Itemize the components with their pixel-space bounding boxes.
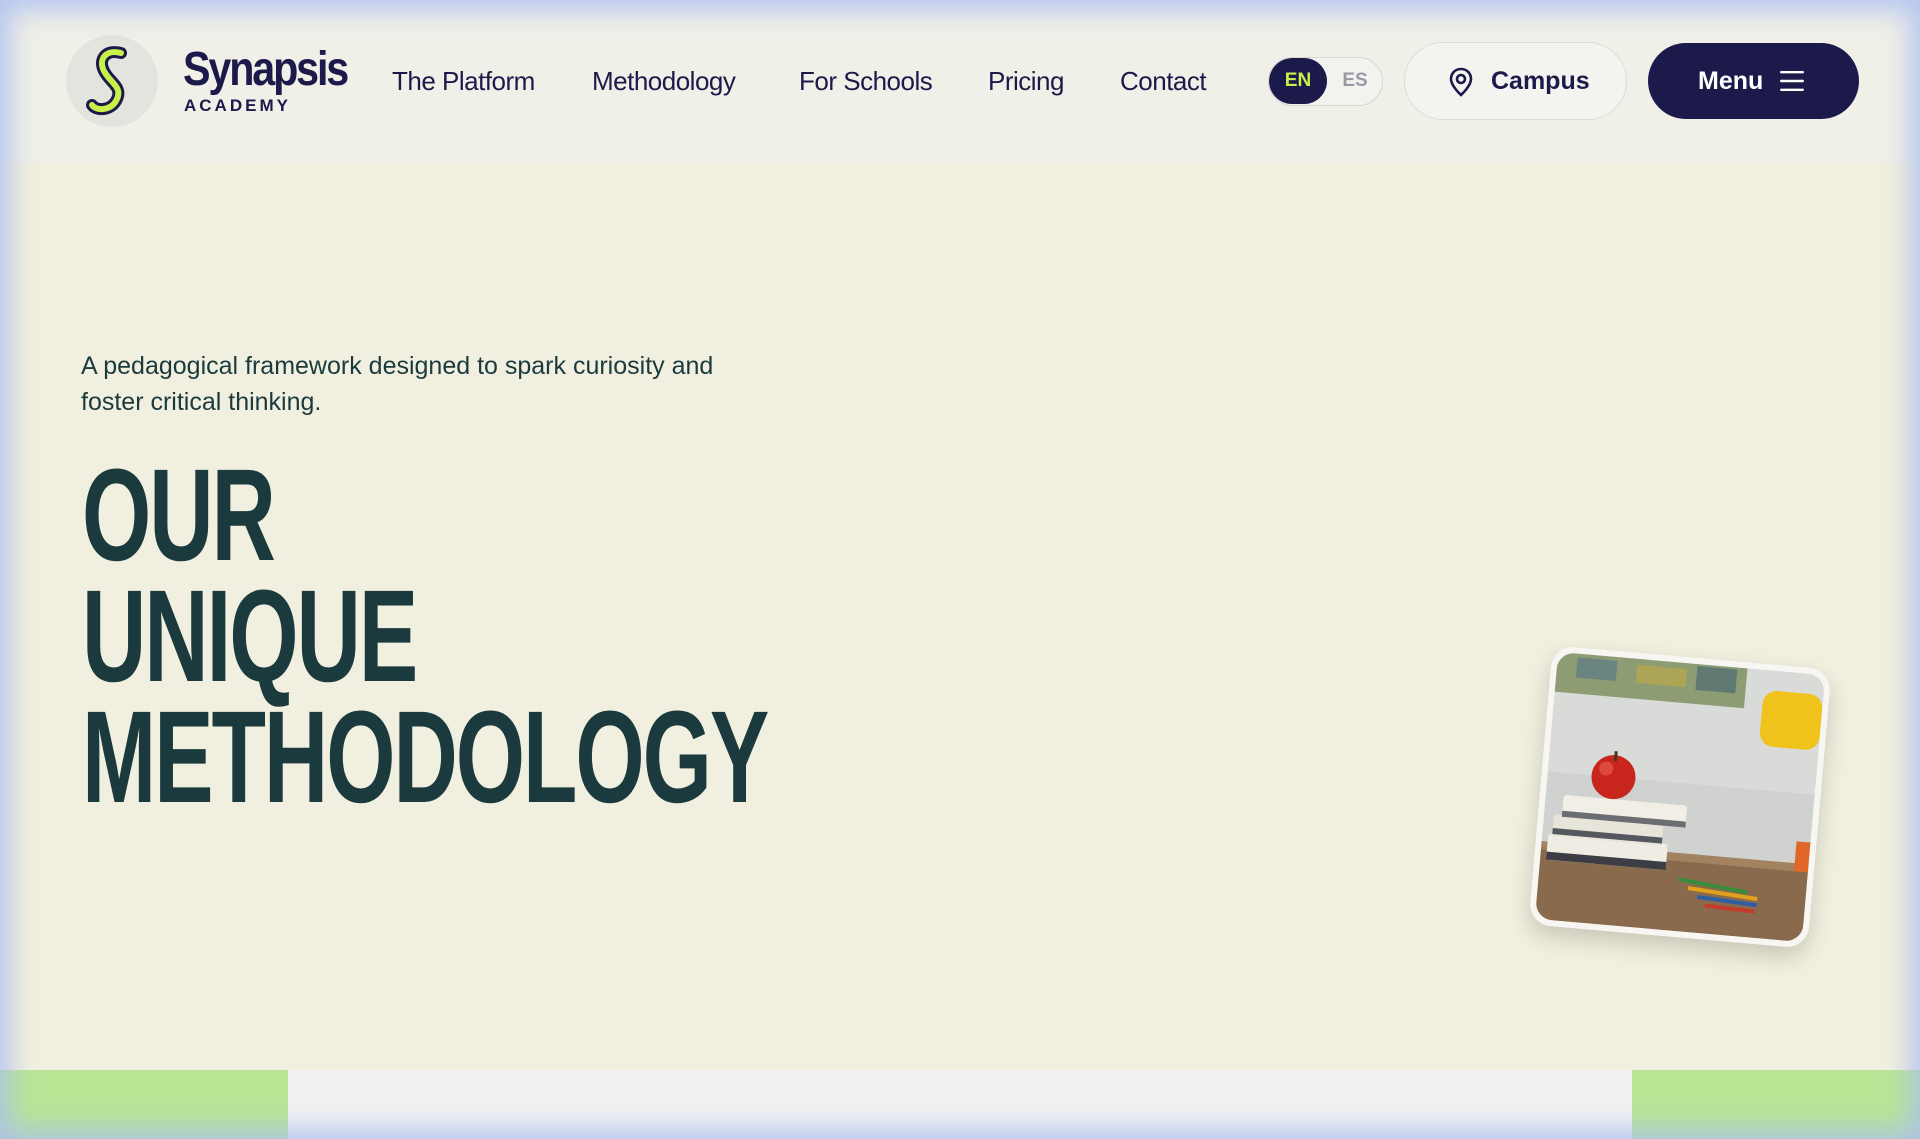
brand-name[interactable]: Synapsis [183, 44, 349, 96]
hero-section: A pedagogical framework designed to spar… [0, 162, 1920, 1070]
campus-button-label: Campus [1491, 67, 1590, 95]
site-header: Synapsis ACADEMY The Platform Methodolog… [0, 0, 1920, 162]
language-option-es[interactable]: ES [1329, 58, 1381, 104]
page: Synapsis ACADEMY The Platform Methodolog… [0, 0, 1920, 1139]
logo-s-icon [86, 46, 127, 116]
headline-line-1: OUR [82, 441, 276, 588]
hamburger-icon [1780, 71, 1804, 91]
brand-subtitle: ACADEMY [184, 96, 291, 115]
language-switcher: EN ES [1268, 57, 1383, 106]
menu-button[interactable]: Menu [1648, 43, 1859, 119]
headline-line-3: METHODOLOGY [82, 683, 769, 830]
menu-button-label: Menu [1698, 67, 1764, 95]
hero-tagline: A pedagogical framework designed to spar… [81, 352, 714, 416]
logo[interactable] [66, 35, 158, 127]
bottom-accent-right [1632, 1070, 1920, 1139]
headline-line-2: UNIQUE [82, 562, 418, 709]
map-pin-icon [1449, 67, 1473, 97]
apple-on-books-photo [1534, 651, 1826, 943]
nav-item-contact[interactable]: Contact [1120, 64, 1207, 98]
nav-item-the-platform[interactable]: The Platform [392, 64, 535, 98]
language-option-en[interactable]: EN [1269, 58, 1327, 104]
campus-button[interactable]: Campus [1404, 42, 1627, 120]
hero-headline: OUR UNIQUE METHODOLOGY [82, 441, 769, 830]
nav-item-methodology[interactable]: Methodology [592, 64, 736, 98]
nav-item-pricing[interactable]: Pricing [988, 64, 1064, 98]
bottom-accent-left [0, 1070, 288, 1139]
nav-item-for-schools[interactable]: For Schools [799, 64, 933, 98]
next-section-panel [288, 1070, 1632, 1139]
hero-photo [1528, 645, 1832, 949]
